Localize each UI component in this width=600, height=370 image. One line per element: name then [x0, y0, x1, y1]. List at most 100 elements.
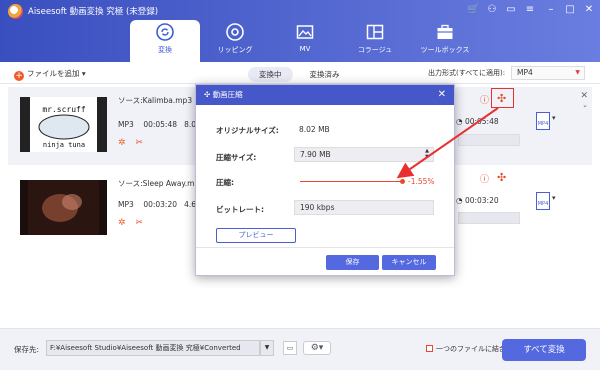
tab-convert[interactable]: 変換	[130, 20, 200, 62]
edit-icons: ✲ ✂	[118, 138, 153, 148]
output-duration-value: 00:03:20	[464, 196, 499, 205]
feedback-icon[interactable]: ▭	[505, 4, 517, 16]
close-icon[interactable]: ✕	[438, 85, 446, 105]
toolbox-icon	[436, 23, 454, 41]
bottom-bar: 保存先: F:¥Aiseesoft Studio¥Aiseesoft 動画変換 …	[0, 328, 600, 370]
compression-slider-track[interactable]	[300, 181, 402, 182]
dialog-header: ✣ 動画圧縮 ✕	[196, 85, 454, 105]
chevron-down-icon[interactable]: ⌄	[582, 101, 588, 109]
chevron-down-icon[interactable]: ▼	[260, 340, 274, 356]
bitrate-value: 190 kbps	[300, 203, 335, 212]
tab-ripper[interactable]: リッピング	[200, 20, 270, 62]
output-settings-field[interactable]	[458, 212, 520, 224]
tab-convert-label: 変換	[158, 46, 172, 54]
original-size-value: 8.02 MB	[299, 125, 330, 134]
minimize-icon[interactable]: –	[545, 4, 557, 16]
title-bar: Aiseesoft 動画変換 究極 (未登録) 🛒 ⚇ ▭ ≡ – □ ✕ 変換…	[0, 0, 600, 62]
menu-icon[interactable]: ≡	[524, 4, 536, 16]
bitrate-field[interactable]: 190 kbps	[294, 200, 434, 215]
file-format: MP3	[118, 120, 134, 129]
compress-size-label: 圧縮サイズ:	[216, 153, 257, 162]
save-button[interactable]: 保存	[326, 255, 379, 270]
file-toolbar: + ファイルを追加 ▾ 変換中 変換済み 出力形式(すべてに適用): MP4 ▼	[0, 62, 600, 84]
add-files-button[interactable]: + ファイルを追加 ▾	[14, 68, 86, 81]
info-icon[interactable]: ⓘ	[480, 172, 489, 185]
compression-value: -1.55%	[408, 177, 435, 186]
tab-toolbox[interactable]: ツールボックス	[410, 20, 480, 62]
video-thumbnail[interactable]: mr.scruff ninja tuna	[20, 97, 107, 152]
enhance-icon[interactable]: ✲	[118, 218, 126, 228]
tab-converted[interactable]: 変換済み	[299, 67, 351, 82]
source-name: ソース:Sleep Away.mp	[118, 179, 200, 188]
preview-button[interactable]: プレビュー	[216, 228, 296, 243]
cut-icon[interactable]: ✂	[136, 138, 144, 148]
source-name: ソース:Kalimba.mp3	[118, 96, 193, 105]
file-duration: 00:03:20	[143, 200, 177, 209]
tab-collage[interactable]: コラージュ	[340, 20, 410, 62]
tab-ripper-label: リッピング	[217, 46, 253, 54]
file-meta: MP3 00:03:20 4.6	[118, 200, 196, 209]
cart-icon[interactable]: 🛒	[467, 4, 479, 16]
chevron-down-icon[interactable]: ▾	[552, 114, 556, 122]
convert-icon	[156, 23, 174, 41]
chevron-down-icon[interactable]: ▾	[552, 194, 556, 202]
close-icon[interactable]: ✕	[583, 4, 595, 16]
output-format-select[interactable]: MP4 ▼	[511, 66, 585, 80]
status-tabs: 変換中 変換済み	[248, 67, 357, 82]
compress-icon: ✣	[204, 90, 211, 99]
open-folder-icon[interactable]: ▭	[283, 341, 297, 355]
compress-icon[interactable]: ✣	[497, 171, 506, 184]
maximize-icon[interactable]: □	[564, 4, 576, 16]
compress-dialog: ✣ 動画圧縮 ✕ オリジナルサイズ: 8.02 MB 圧縮サイズ: 7.90 M…	[195, 84, 455, 276]
divider	[196, 247, 454, 248]
compress-icon-highlight	[491, 88, 514, 108]
add-files-label: ファイルを追加	[27, 69, 80, 78]
cut-icon[interactable]: ✂	[136, 218, 144, 228]
compression-label: 圧縮:	[216, 178, 234, 187]
thumb-text-2: ninja tuna	[43, 141, 85, 149]
cancel-button[interactable]: キャンセル	[382, 255, 436, 270]
format-icon[interactable]: MP4	[536, 112, 550, 130]
user-icon[interactable]: ⚇	[486, 4, 498, 16]
remove-icon[interactable]: ✕	[580, 91, 588, 101]
file-format: MP3	[118, 200, 134, 209]
output-duration-value: 00:05:48	[464, 117, 499, 126]
output-duration: ◔ 00:03:20	[456, 196, 499, 205]
tab-collage-label: コラージュ	[357, 46, 393, 54]
stepper-icon[interactable]: ▲ ▼	[425, 148, 429, 160]
compress-size-input[interactable]: 7.90 MB ▲ ▼	[294, 147, 434, 162]
ripper-icon	[226, 23, 244, 41]
collage-icon	[366, 23, 384, 41]
output-format-label: 出力形式(すべてに適用):	[428, 69, 506, 77]
compression-slider-handle[interactable]	[400, 179, 405, 184]
tab-mv[interactable]: MV	[270, 20, 340, 62]
output-settings-field[interactable]	[458, 134, 520, 146]
chevron-down-icon: ▼	[575, 69, 580, 76]
merge-checkbox[interactable]: 一つのファイルに結合	[426, 344, 506, 354]
convert-all-button[interactable]: すべて変換	[502, 339, 586, 361]
clock-icon: ◔	[456, 196, 463, 205]
app-logo-icon	[8, 4, 23, 19]
enhance-icon[interactable]: ✲	[118, 138, 126, 148]
gear-icon[interactable]: ⚙▾	[303, 341, 331, 355]
merge-label: 一つのファイルに結合	[436, 345, 506, 353]
original-size-label: オリジナルサイズ:	[216, 126, 279, 135]
output-format-value: MP4	[517, 68, 533, 77]
format-icon[interactable]: MP4	[536, 192, 550, 210]
file-duration: 00:05:48	[143, 120, 177, 129]
chevron-down-icon[interactable]: ▾	[82, 69, 86, 78]
output-duration: ◔ 00:05:48	[456, 117, 499, 126]
video-thumbnail[interactable]	[20, 180, 107, 235]
tab-mv-label: MV	[299, 45, 311, 53]
file-meta: MP3 00:05:48 8.0	[118, 120, 196, 129]
info-icon[interactable]: ⓘ	[480, 93, 489, 106]
edit-icons: ✲ ✂	[118, 218, 153, 228]
tab-toolbox-label: ツールボックス	[420, 46, 470, 54]
save-path-field[interactable]: F:¥Aiseesoft Studio¥Aiseesoft 動画変換 究極¥Co…	[46, 340, 260, 356]
mv-icon	[296, 23, 314, 41]
tab-converting[interactable]: 変換中	[248, 67, 293, 82]
save-to-label: 保存先:	[14, 345, 40, 354]
bitrate-label: ビットレート:	[216, 205, 264, 214]
plus-icon: +	[14, 71, 24, 81]
compress-size-value: 7.90 MB	[300, 150, 331, 159]
